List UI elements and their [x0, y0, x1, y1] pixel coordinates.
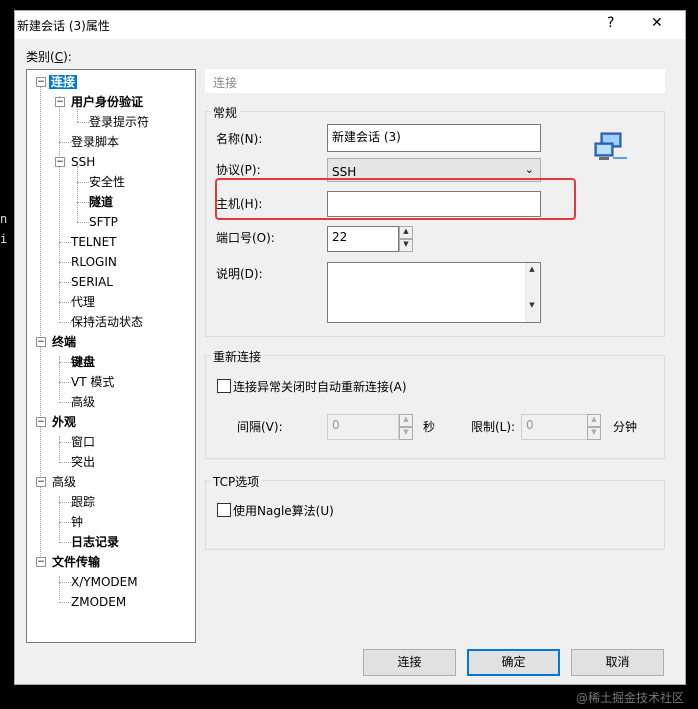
category-tree[interactable]: − − − − − − − 连接 用户身份验证 登录提示符 登录脚本 SSH 安… — [26, 69, 196, 643]
interval-up-icon[interactable]: ▲ — [399, 414, 413, 427]
terminal-fragment: i — [0, 232, 8, 246]
tree-item-trace[interactable]: 跟踪 — [71, 494, 95, 510]
cancel-button[interactable]: 取消 — [571, 649, 664, 676]
interval-label: 间隔(V): — [237, 420, 283, 434]
tree-item-proxy[interactable]: 代理 — [71, 294, 95, 310]
host-highlight-box — [215, 178, 576, 220]
collapse-icon[interactable]: − — [36, 477, 46, 487]
tree-item-keyboard[interactable]: 键盘 — [71, 354, 95, 370]
tree-item-xymodem[interactable]: X/YMODEM — [71, 574, 138, 590]
port-label: 端口号(O): — [216, 231, 275, 245]
category-label: 类别(C): — [26, 50, 72, 64]
description-textarea[interactable] — [327, 262, 541, 323]
watermark: @稀土掘金技术社区 — [575, 691, 684, 705]
tree-item-keepalive[interactable]: 保持活动状态 — [71, 314, 143, 330]
chevron-down-icon: ⌄ — [524, 163, 534, 176]
tree-item-terminal[interactable]: 终端 — [52, 334, 76, 350]
limit-label: 限制(L): — [471, 420, 516, 434]
tree-item-connect[interactable]: 连接 — [49, 74, 78, 90]
limit-down-icon[interactable]: ▼ — [587, 427, 601, 440]
close-button[interactable]: ✕ — [651, 15, 663, 31]
name-label: 名称(N): — [216, 132, 263, 146]
ok-button[interactable]: 确定 — [467, 649, 560, 676]
collapse-icon[interactable]: − — [36, 337, 46, 347]
description-label: 说明(D): — [216, 267, 263, 281]
tree-item-vt-mode[interactable]: VT 模式 — [71, 374, 114, 390]
tree-item-serial[interactable]: SERIAL — [71, 274, 113, 290]
general-group-title: 常规 — [210, 104, 241, 121]
tree-item-sftp[interactable]: SFTP — [89, 214, 118, 230]
name-input[interactable]: 新建会话 (3) — [327, 124, 541, 152]
auto-reconnect-checkbox[interactable] — [217, 379, 231, 393]
tree-item-telnet[interactable]: TELNET — [71, 234, 117, 250]
collapse-icon[interactable]: − — [55, 157, 65, 167]
session-properties-dialog: 新建会话 (3)属性 ? ✕ 类别(C): − − − − − − − 连接 用… — [14, 10, 686, 685]
limit-unit: 分钟 — [613, 420, 638, 434]
nagle-label[interactable]: 使用Nagle算法(U) — [233, 502, 334, 519]
tree-item-window[interactable]: 窗口 — [71, 434, 95, 450]
protocol-label: 协议(P): — [216, 163, 261, 177]
interval-down-icon[interactable]: ▼ — [399, 427, 413, 440]
port-input[interactable]: 22 — [327, 226, 399, 252]
port-up-icon[interactable]: ▲ — [399, 226, 413, 239]
description-scrollbar[interactable]: ▲ ▼ — [525, 263, 539, 322]
tree-item-highlight[interactable]: 突出 — [71, 454, 95, 470]
tree-item-advanced[interactable]: 高级 — [52, 474, 76, 490]
collapse-icon[interactable]: − — [36, 77, 46, 87]
title-bar: 新建会话 (3)属性 ? ✕ — [15, 11, 685, 39]
interval-unit: 秒 — [423, 420, 436, 434]
tree-item-terminal-advanced[interactable]: 高级 — [71, 394, 95, 410]
tree-item-login-prompt[interactable]: 登录提示符 — [89, 114, 149, 130]
panel-header-title: 连接 — [213, 76, 238, 90]
reconnect-group-title: 重新连接 — [210, 348, 265, 365]
tree-item-ssh[interactable]: SSH — [71, 154, 95, 170]
panel-header: 连接 — [205, 69, 665, 93]
tree-item-login-script[interactable]: 登录脚本 — [71, 134, 119, 150]
tree-item-zmodem[interactable]: ZMODEM — [71, 594, 126, 610]
terminal-fragment: n — [0, 212, 8, 226]
collapse-icon[interactable]: − — [36, 417, 46, 427]
nagle-checkbox[interactable] — [217, 503, 231, 517]
protocol-value: SSH — [332, 165, 357, 179]
tree-item-file-transfer[interactable]: 文件传输 — [52, 554, 100, 570]
limit-input[interactable]: 0 — [521, 414, 593, 440]
network-computers-icon — [594, 132, 627, 160]
tree-item-auth[interactable]: 用户身份验证 — [71, 94, 143, 110]
tree-item-security[interactable]: 安全性 — [89, 174, 125, 190]
tree-item-logging[interactable]: 日志记录 — [71, 534, 119, 550]
tcp-group-title: TCP选项 — [210, 473, 263, 490]
tree-item-tunnel[interactable]: 隧道 — [89, 194, 113, 210]
auto-reconnect-label[interactable]: 连接异常关闭时自动重新连接(A) — [233, 378, 407, 395]
interval-input[interactable]: 0 — [327, 414, 399, 440]
tree-item-rlogin[interactable]: RLOGIN — [71, 254, 117, 270]
reconnect-group — [205, 355, 665, 459]
tree-item-bell[interactable]: 钟 — [71, 514, 83, 530]
help-button[interactable]: ? — [607, 15, 614, 31]
limit-up-icon[interactable]: ▲ — [587, 414, 601, 427]
collapse-icon[interactable]: − — [36, 557, 46, 567]
connect-button[interactable]: 连接 — [363, 649, 456, 676]
window-title: 新建会话 (3)属性 — [17, 19, 110, 33]
tree-item-appearance[interactable]: 外观 — [52, 414, 76, 430]
collapse-icon[interactable]: − — [55, 97, 65, 107]
port-down-icon[interactable]: ▼ — [399, 239, 413, 252]
